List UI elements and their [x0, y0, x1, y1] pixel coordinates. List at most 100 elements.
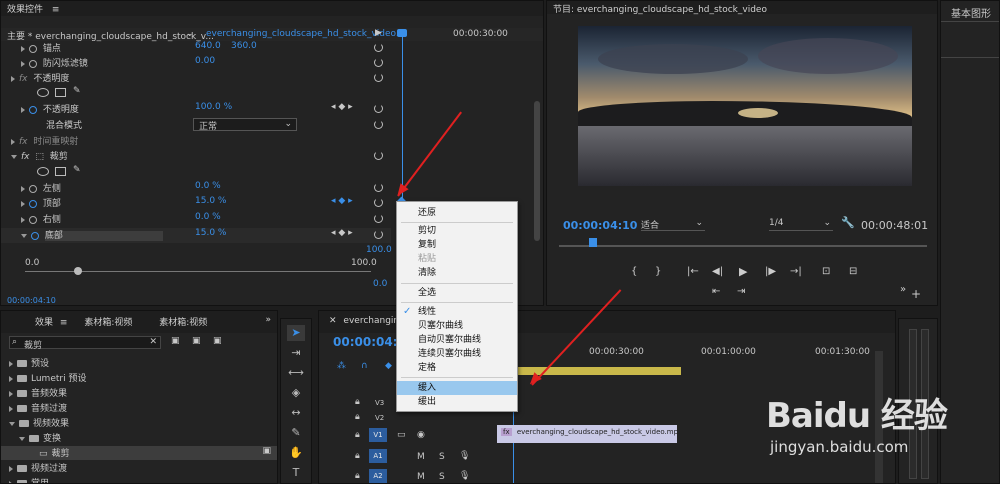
tree-item[interactable]: 变换 [1, 431, 277, 445]
new-bin-icon[interactable]: ▣ [171, 336, 180, 346]
track-button-v1[interactable]: V1 [369, 428, 387, 442]
add-button-icon[interactable]: + [911, 287, 921, 301]
expand-icon[interactable] [21, 185, 25, 192]
keyframe-nav-icon[interactable]: ◂ ◆ ▸ [331, 102, 353, 112]
ellipse-mask-icon[interactable] [37, 88, 49, 97]
expand-icon[interactable] [21, 216, 25, 223]
expand-controls-icon[interactable]: » [900, 284, 906, 295]
mute-a2[interactable]: M [417, 472, 425, 482]
lock-icon[interactable]: 🔒︎ [355, 397, 360, 407]
reset-icon[interactable] [374, 214, 383, 223]
collapse-icon[interactable] [21, 233, 27, 238]
snap-icon[interactable]: ⁂ [337, 361, 346, 371]
accelerated-effects-icon[interactable]: ▣ [192, 336, 201, 346]
menu-item-bezier[interactable]: 贝塞尔曲线 [397, 319, 517, 333]
prop-value[interactable]: 15.0 % [195, 196, 226, 206]
expand-icon[interactable] [21, 200, 25, 207]
linked-select-icon[interactable]: ∩ [361, 361, 368, 371]
wrench-icon[interactable]: 🔧 [841, 216, 855, 229]
reset-icon[interactable] [374, 43, 383, 52]
razor-icon[interactable]: ◈ [287, 385, 305, 401]
ec-timecode[interactable]: 00:00:04:10 [7, 296, 56, 305]
menu-item-copy[interactable]: 复制 [397, 238, 517, 252]
expand-icon[interactable] [9, 360, 13, 367]
reset-icon[interactable] [374, 151, 383, 160]
menu-item-ease-out[interactable]: 缓出 [397, 395, 517, 409]
tree-item[interactable]: 常用 [1, 476, 277, 483]
ellipse-mask-icon[interactable] [37, 167, 49, 176]
reset-icon[interactable] [374, 104, 383, 113]
reset-icon[interactable] [374, 73, 383, 82]
lock-icon[interactable]: 🔒︎ [355, 412, 360, 422]
track-button-a2[interactable]: A2 [369, 469, 387, 483]
pen-icon[interactable]: ✎ [287, 425, 305, 441]
play-clip-icon[interactable]: ▶ [375, 28, 382, 38]
prop-value[interactable]: 100.0 % [195, 102, 232, 112]
keyframe-nav-icon[interactable]: ◂ ◆ ▸ [331, 196, 353, 206]
stopwatch-icon[interactable] [29, 105, 37, 114]
solo-a1[interactable]: S [439, 452, 445, 462]
panel-menu-icon[interactable]: ≡ [52, 5, 60, 15]
expand-icon[interactable] [9, 465, 13, 472]
source-dropdown-icon[interactable]: ⌄ [186, 29, 194, 39]
menu-item-ease-in[interactable]: 缓入 [397, 381, 517, 395]
collapse-icon[interactable] [19, 436, 25, 441]
reset-icon[interactable] [374, 183, 383, 192]
tree-item-selected[interactable]: ▭ 裁剪 ▣ [1, 446, 277, 460]
tab-bin-2[interactable]: 素材箱:视频 [159, 318, 207, 328]
solo-a2[interactable]: S [439, 472, 445, 482]
rect-mask-icon[interactable] [55, 167, 66, 176]
collapse-icon[interactable] [11, 154, 17, 159]
reset-icon[interactable] [374, 58, 383, 67]
program-playhead[interactable] [589, 238, 597, 247]
stopwatch-icon[interactable] [29, 59, 37, 68]
expand-icon[interactable] [9, 375, 13, 382]
tab-menu-icon[interactable]: ≡ [60, 318, 68, 328]
insert-icon[interactable]: ⇤ [712, 286, 720, 297]
lock-icon[interactable]: 🔒︎ [355, 430, 360, 440]
play-icon[interactable]: ▶ [739, 265, 747, 278]
expand-icon[interactable] [21, 60, 25, 67]
more-tabs-icon[interactable]: » [265, 315, 271, 325]
tree-item[interactable]: 视频过渡 [1, 461, 277, 475]
close-tab-icon[interactable]: ✕ [329, 316, 337, 326]
expand-icon[interactable] [9, 480, 13, 483]
prop-value[interactable]: 0.00 [195, 56, 215, 66]
menu-item-clear[interactable]: 清除 [397, 266, 517, 280]
lock-icon[interactable]: 🔒︎ [355, 451, 360, 461]
keyframe-nav-icon[interactable]: ◂ ◆ ▸ [331, 228, 353, 238]
program-timeline-bar[interactable] [559, 245, 927, 247]
expand-icon[interactable] [9, 405, 13, 412]
step-back-icon[interactable]: ◀| [712, 266, 723, 277]
clear-search-icon[interactable]: ✕ [149, 337, 157, 347]
tree-item[interactable]: 视频效果 [1, 416, 277, 430]
mute-a1[interactable]: M [417, 452, 425, 462]
menu-item-cut[interactable]: 剪切 [397, 224, 517, 238]
lock-icon[interactable]: 🔒︎ [355, 471, 360, 481]
menu-item-continuous-bezier[interactable]: 连续贝塞尔曲线 [397, 347, 517, 361]
tab-bin-1[interactable]: 素材箱:视频 [84, 318, 132, 328]
rect-mask-icon[interactable] [55, 88, 66, 97]
ripple-edit-icon[interactable]: ⟷ [287, 365, 305, 381]
collapse-icon[interactable] [9, 421, 15, 426]
vertical-scrollbar[interactable] [534, 101, 540, 241]
step-forward-icon[interactable]: |▶ [765, 266, 776, 277]
prop-value[interactable]: 15.0 % [195, 228, 226, 238]
tree-item[interactable]: 音频效果 [1, 386, 277, 400]
prop-value[interactable]: 0.0 % [195, 212, 221, 222]
prop-value[interactable]: 640.0 [195, 41, 221, 51]
yuv-effects-icon[interactable]: ▣ [213, 336, 222, 346]
mark-out-icon[interactable]: } [655, 266, 661, 277]
menu-item-undo[interactable]: 还原 [397, 206, 517, 220]
tree-item[interactable]: Lumetri 预设 [1, 371, 277, 385]
resolution-select[interactable]: 1/4 ⌄ [769, 218, 833, 231]
stopwatch-icon[interactable] [29, 44, 37, 53]
menu-item-auto-bezier[interactable]: 自动贝塞尔曲线 [397, 333, 517, 347]
eye-icon[interactable]: ◉ [417, 430, 425, 440]
hand-icon[interactable]: ✋ [287, 445, 305, 461]
video-clip[interactable]: fx everchanging_cloudscape_hd_stock_vide… [497, 425, 677, 443]
lift-icon[interactable]: ⊡ [822, 266, 830, 277]
search-input[interactable]: 裁剪 [24, 338, 42, 351]
blend-mode-select[interactable]: 正常 ⌄ [193, 118, 297, 132]
slip-icon[interactable]: ↔ [287, 405, 305, 421]
